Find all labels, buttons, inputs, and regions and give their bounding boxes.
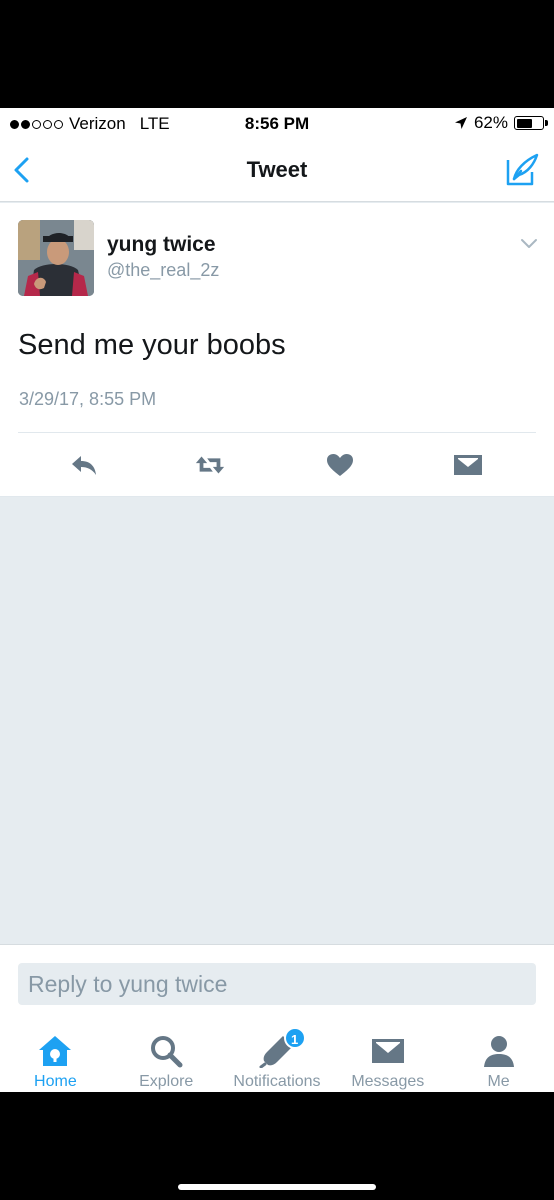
author-name[interactable]: yung twice: [107, 233, 216, 257]
battery-icon: [514, 116, 548, 130]
tab-notifications[interactable]: 1 Notifications: [222, 1023, 333, 1092]
tab-label: Me: [487, 1073, 510, 1090]
avatar-photo: [18, 220, 94, 296]
back-chevron-icon[interactable]: [8, 154, 38, 186]
tab-label: Home: [34, 1073, 77, 1090]
tab-messages[interactable]: Messages: [332, 1023, 443, 1092]
tab-bar: Home Explore 1 Notifications Messages Me: [0, 1023, 554, 1092]
person-icon: [483, 1036, 514, 1067]
retweet-button[interactable]: [194, 451, 226, 479]
carrier-group: Verizon LTE: [10, 114, 170, 134]
author-handle[interactable]: @the_real_2z: [107, 260, 219, 281]
tab-me[interactable]: Me: [443, 1023, 554, 1092]
location-arrow-icon: [454, 117, 467, 129]
tweet-detail: yung twice @the_real_2z Send me your boo…: [0, 203, 554, 497]
reply-icon: [72, 456, 96, 475]
reply-input[interactable]: [18, 963, 536, 1005]
search-icon: [151, 1036, 183, 1068]
network-type: LTE: [139, 114, 170, 133]
retweet-icon: [195, 456, 225, 474]
signal-strength-icon: [10, 119, 63, 129]
navigation-bar: Tweet: [0, 138, 554, 202]
carrier-name: Verizon: [69, 114, 126, 133]
like-button[interactable]: [324, 451, 356, 479]
reply-composer: Home Explore 1 N: [0, 944, 554, 1092]
reply-button[interactable]: [68, 451, 100, 479]
tab-label: Explore: [139, 1073, 194, 1090]
tweet-timestamp: 3/29/17, 8:55 PM: [19, 389, 157, 409]
home-indicator: [178, 1184, 376, 1190]
home-icon: [39, 1036, 72, 1066]
tab-home[interactable]: Home: [0, 1023, 111, 1092]
chevron-down-icon[interactable]: [520, 238, 538, 250]
battery-percent: 62%: [473, 113, 508, 132]
app-screen: Verizon LTE 8:56 PM 62% Tweet yung twice…: [0, 108, 554, 1092]
avatar[interactable]: [18, 220, 94, 296]
notification-badge: 1: [283, 1027, 306, 1049]
direct-message-button[interactable]: [452, 451, 484, 479]
status-bar: Verizon LTE 8:56 PM 62%: [0, 108, 554, 138]
compose-tweet-icon[interactable]: [504, 152, 540, 188]
tweet-actions: [0, 433, 554, 497]
page-title: Tweet: [246, 157, 308, 182]
tweet-text: Send me your boobs: [18, 329, 286, 361]
envelope-icon: [454, 455, 482, 475]
envelope-icon: [371, 1039, 404, 1063]
status-right: 62%: [454, 113, 548, 133]
heart-icon: [327, 454, 353, 476]
tab-label: Notifications: [233, 1073, 321, 1090]
tab-label: Messages: [351, 1073, 425, 1090]
tab-explore[interactable]: Explore: [111, 1023, 222, 1092]
